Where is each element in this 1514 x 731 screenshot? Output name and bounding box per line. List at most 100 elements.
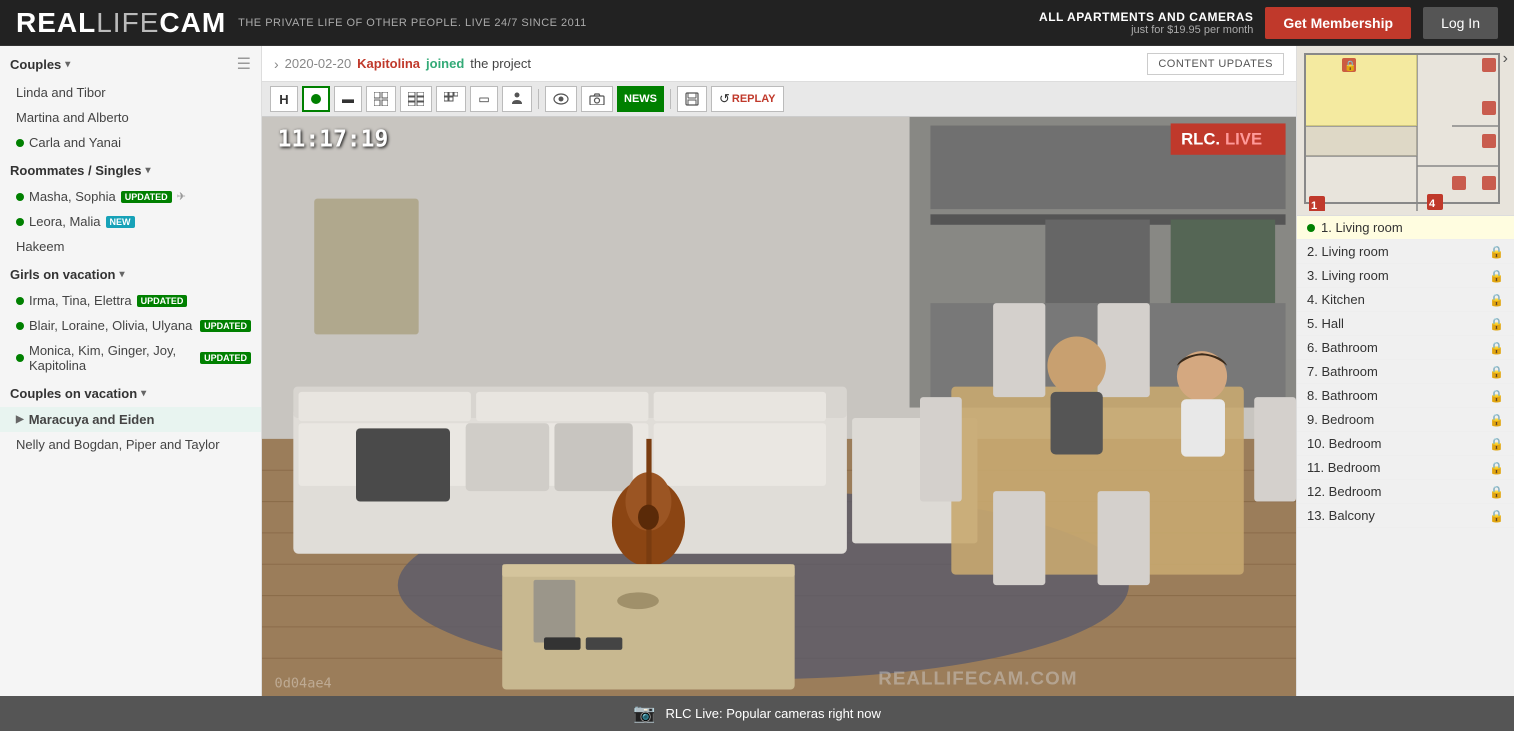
lock-icon: 🔒	[1489, 485, 1504, 499]
sidebar-section-roommates[interactable]: Roommates / Singles ▾	[0, 155, 261, 184]
floor-plan-map: › 1 4	[1297, 46, 1514, 216]
camera-name-label: 1. Living room	[1321, 220, 1504, 235]
lock-icon: 🔒	[1489, 365, 1504, 379]
content-area: › 2020-02-20 Kapitolina joined the proje…	[262, 46, 1296, 696]
camera-list-item-10[interactable]: 10. Bedroom🔒	[1297, 432, 1514, 456]
camera-list-item-6[interactable]: 6. Bathroom🔒	[1297, 336, 1514, 360]
sidebar-item-irma-tina-elettra[interactable]: Irma, Tina, Elettra UPDATED	[0, 288, 261, 313]
logo[interactable]: REALLIFECAM	[16, 7, 226, 39]
toolbar-news-button[interactable]: NEWS	[617, 86, 664, 112]
camera-name-label: 7. Bathroom	[1307, 364, 1489, 379]
svg-text:🔒: 🔒	[1344, 60, 1356, 72]
chevron-right-icon: ›	[274, 56, 279, 72]
sidebar-item-label: Carla and Yanai	[29, 135, 121, 150]
toolbar-save-button[interactable]	[677, 86, 707, 112]
breadcrumb-rest: the project	[470, 56, 531, 71]
camera-list-item-2[interactable]: 2. Living room🔒	[1297, 240, 1514, 264]
svg-text:REALLIFECAM.COM: REALLIFECAM.COM	[878, 667, 1077, 688]
sidebar-item-masha-sophia[interactable]: Masha, Sophia UPDATED ✈	[0, 184, 261, 209]
camera-list-item-1[interactable]: 1. Living room	[1297, 216, 1514, 240]
camera-list-item-3[interactable]: 3. Living room🔒	[1297, 264, 1514, 288]
hamburger-icon[interactable]: ☰	[237, 54, 251, 74]
camera-name-label: 9. Bedroom	[1307, 412, 1489, 427]
sidebar-item-maracuya-eiden[interactable]: ▶ Maracuya and Eiden	[0, 407, 261, 432]
camera-name-label: 6. Bathroom	[1307, 340, 1489, 355]
lock-icon: 🔒	[1489, 389, 1504, 403]
toolbar-h-button[interactable]: H	[270, 86, 298, 112]
toolbar-grid2-button[interactable]	[400, 86, 432, 112]
toolbar-wide-button[interactable]: ▭	[470, 86, 498, 112]
header: REALLIFECAM THE PRIVATE LIFE OF OTHER PE…	[0, 0, 1514, 46]
sidebar-section-couples-vacation[interactable]: Couples on vacation ▾	[0, 378, 261, 407]
toolbar-quad-button[interactable]	[436, 86, 466, 112]
sidebar-section-couples[interactable]: Couples ▾ ☰	[0, 46, 261, 80]
toolbar-person-button[interactable]	[502, 86, 532, 112]
camera-icon: 📷	[633, 703, 655, 724]
updated-badge: UPDATED	[200, 320, 251, 332]
map-collapse-icon[interactable]: ›	[1503, 50, 1508, 68]
sidebar-item-label: Leora, Malia	[29, 214, 101, 229]
login-button[interactable]: Log In	[1423, 7, 1498, 39]
sidebar-item-monica-kim[interactable]: Monica, Kim, Ginger, Joy, Kapitolina UPD…	[0, 338, 261, 378]
camera-name-label: 5. Hall	[1307, 316, 1489, 331]
lock-icon: 🔒	[1489, 509, 1504, 523]
sidebar-item-linda-tibor[interactable]: Linda and Tibor	[0, 80, 261, 105]
breadcrumb-name: Kapitolina	[357, 56, 420, 71]
sidebar-item-label: Hakeem	[16, 239, 64, 254]
right-panel: › 1 4	[1296, 46, 1514, 696]
camera-list-item-4[interactable]: 4. Kitchen🔒	[1297, 288, 1514, 312]
get-membership-button[interactable]: Get Membership	[1265, 7, 1411, 39]
content-topbar: › 2020-02-20 Kapitolina joined the proje…	[262, 46, 1296, 82]
camera-toolbar: H ▬ ▭ NEWS	[262, 82, 1296, 117]
sidebar-item-hakeem[interactable]: Hakeem	[0, 234, 261, 259]
plane-icon: ✈	[177, 190, 186, 203]
sidebar-item-carla-yanai[interactable]: Carla and Yanai	[0, 130, 261, 155]
sidebar-item-label: Nelly and Bogdan, Piper and Taylor	[16, 437, 220, 452]
sidebar-item-label: Maracuya and Eiden	[29, 412, 155, 427]
toolbar-eye-button[interactable]	[545, 86, 577, 112]
online-dot	[16, 354, 24, 362]
lock-icon: 🔒	[1489, 461, 1504, 475]
sidebar-section-girls-vacation[interactable]: Girls on vacation ▾	[0, 259, 261, 288]
sidebar-item-blair-loraine[interactable]: Blair, Loraine, Olivia, Ulyana UPDATED	[0, 313, 261, 338]
camera-list-item-12[interactable]: 12. Bedroom🔒	[1297, 480, 1514, 504]
toolbar-bar-button[interactable]: ▬	[334, 86, 362, 112]
camera-list-item-8[interactable]: 8. Bathroom🔒	[1297, 384, 1514, 408]
camera-list-item-11[interactable]: 11. Bedroom🔒	[1297, 456, 1514, 480]
sidebar-item-leora-malia[interactable]: Leora, Malia NEW	[0, 209, 261, 234]
updated-badge: UPDATED	[137, 295, 188, 307]
updated-badge: UPDATED	[121, 191, 172, 203]
breadcrumb-joined: joined	[426, 56, 464, 71]
camera-name-label: 3. Living room	[1307, 268, 1489, 283]
toolbar-camera-button[interactable]	[581, 86, 613, 112]
camera-list-item-13[interactable]: 13. Balcony🔒	[1297, 504, 1514, 528]
toolbar-grid1-button[interactable]	[366, 86, 396, 112]
camera-list-item-9[interactable]: 9. Bedroom🔒	[1297, 408, 1514, 432]
toolbar-dot-button[interactable]	[302, 86, 330, 112]
video-frame[interactable]: 11:17:19 RLC. LIVE REALLIFECAM.COM 0d04a…	[262, 117, 1296, 696]
online-dot	[16, 218, 24, 226]
svg-text:0d04ae4: 0d04ae4	[275, 675, 332, 691]
lock-icon: 🔒	[1489, 269, 1504, 283]
lock-icon: 🔒	[1489, 317, 1504, 331]
lock-icon: 🔒	[1489, 293, 1504, 307]
sidebar-item-martina-alberto[interactable]: Martina and Alberto	[0, 105, 261, 130]
logo-tagline: THE PRIVATE LIFE OF OTHER PEOPLE. LIVE 2…	[238, 17, 587, 29]
roommates-section-title: Roommates / Singles ▾	[10, 163, 151, 178]
lock-icon: 🔒	[1489, 413, 1504, 427]
toolbar-replay-button[interactable]: ↺ REPLAY	[711, 86, 784, 112]
content-updates-button[interactable]: CONTENT UPDATES	[1147, 53, 1284, 75]
couples-vacation-section-title: Couples on vacation ▾	[10, 386, 146, 401]
bottom-bar-label: RLC Live: Popular cameras right now	[666, 706, 881, 721]
camera-name-label: 2. Living room	[1307, 244, 1489, 259]
camera-name-label: 13. Balcony	[1307, 508, 1489, 523]
floor-plan-svg: 1 4 🔒	[1297, 46, 1507, 211]
camera-list-item-5[interactable]: 5. Hall🔒	[1297, 312, 1514, 336]
all-apartments-subtitle: just for $19.95 per month	[1039, 24, 1253, 36]
lock-icon: 🔒	[1489, 245, 1504, 259]
new-badge: NEW	[106, 216, 135, 228]
sidebar-item-nelly-bogdan[interactable]: Nelly and Bogdan, Piper and Taylor	[0, 432, 261, 457]
logo-area: REALLIFECAM THE PRIVATE LIFE OF OTHER PE…	[16, 7, 587, 39]
online-dot	[16, 322, 24, 330]
camera-list-item-7[interactable]: 7. Bathroom🔒	[1297, 360, 1514, 384]
